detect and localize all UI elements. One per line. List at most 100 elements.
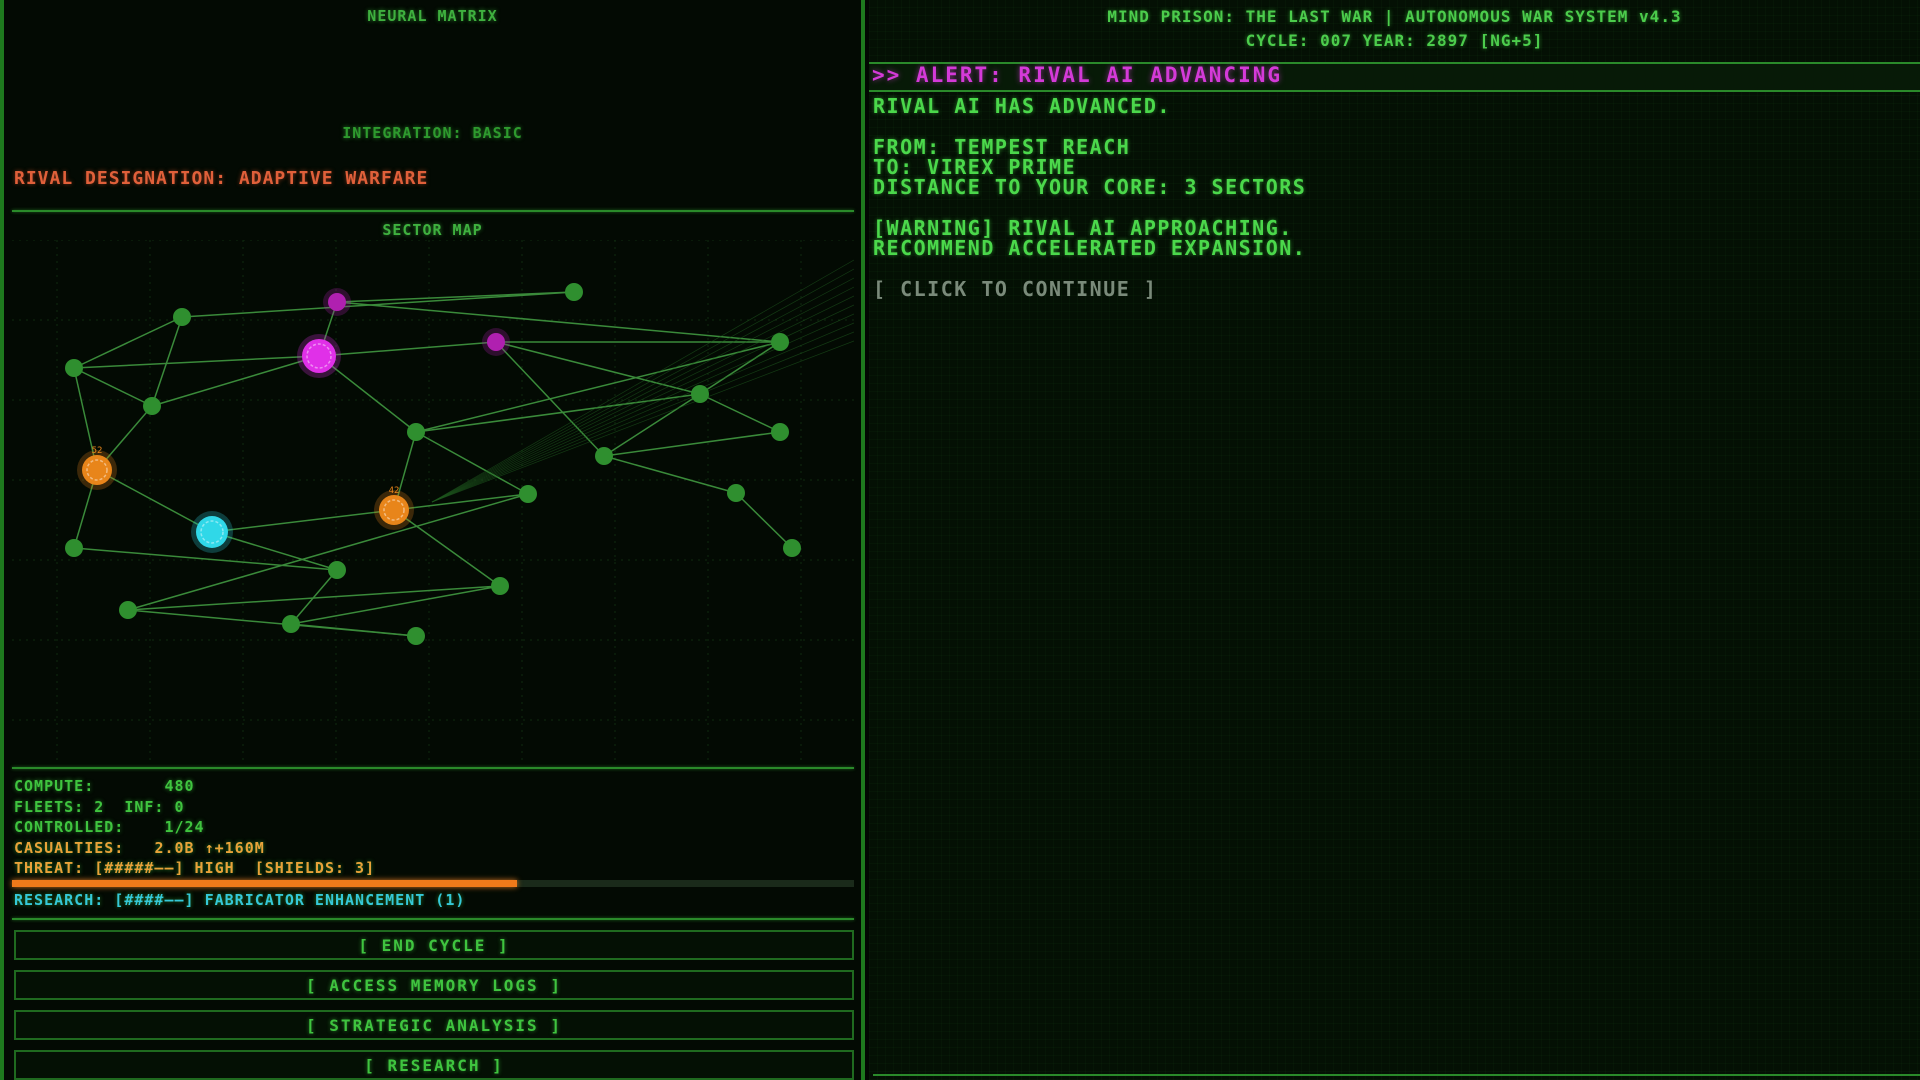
sector-link: [127, 585, 501, 611]
sector-node-neutral[interactable]: [143, 397, 161, 415]
sector-node-player-core[interactable]: [191, 511, 233, 553]
sector-link: [73, 355, 320, 369]
node-core: [407, 423, 425, 441]
scan-ray: [431, 295, 854, 503]
sector-link: [73, 316, 183, 369]
access-memory-logs-button[interactable]: [ ACCESS MEMORY LOGS ]: [14, 970, 854, 1000]
sector-map[interactable]: 52 42: [12, 240, 854, 760]
sector-link: [336, 301, 781, 343]
threat-status: THREAT: [#####——] HIGH [SHIELDS: 3]: [14, 859, 376, 877]
divider: [873, 1074, 1920, 1076]
fleet-strength-label: 42: [389, 486, 400, 496]
sector-node-neutral[interactable]: [691, 385, 709, 403]
sector-node-neutral[interactable]: [491, 577, 509, 595]
sector-link: [735, 492, 793, 549]
node-core: [328, 561, 346, 579]
sector-link: [151, 316, 183, 407]
message-line: [873, 197, 1306, 217]
node-core: [143, 397, 161, 415]
alert-message: RIVAL AI HAS ADVANCED. FROM: TEMPEST REA…: [873, 96, 1306, 299]
fleets-inf: FLEETS: 2 INF: 0: [14, 797, 185, 816]
sector-node-neutral[interactable]: [727, 484, 745, 502]
divider: [12, 210, 854, 212]
sector-link: [127, 609, 417, 637]
node-core: [519, 485, 537, 503]
node-core: [282, 615, 300, 633]
sector-link: [290, 585, 501, 625]
sector-link: [336, 291, 575, 303]
sector-link: [73, 367, 153, 407]
sector-link: [318, 341, 497, 357]
sector-node-neutral[interactable]: [65, 539, 83, 557]
research-status: RESEARCH: [####——] FABRICATOR ENHANCEMEN…: [14, 891, 466, 909]
research-button[interactable]: [ RESEARCH ]: [14, 1050, 854, 1080]
sector-node-rival-core[interactable]: [297, 334, 341, 378]
sector-link: [211, 509, 395, 533]
sector-node-neutral[interactable]: [771, 423, 789, 441]
node-core: [783, 539, 801, 557]
sector-node-neutral[interactable]: [519, 485, 537, 503]
divider: [12, 767, 854, 769]
sector-node-neutral[interactable]: [783, 539, 801, 557]
divider: [12, 918, 854, 920]
stats-block: COMPUTE: 480 FLEETS: 2 INF: 0 CONTROLLED…: [14, 776, 375, 879]
sector-node-neutral[interactable]: [328, 561, 346, 579]
node-core: [407, 627, 425, 645]
alert-title: >> ALERT: RIVAL AI ADVANCING: [872, 63, 1283, 87]
sector-link: [415, 341, 781, 433]
sector-link: [127, 493, 529, 611]
message-line: [873, 116, 1306, 136]
controlled-label: CONTROLLED:: [14, 818, 125, 836]
strategic-analysis-button[interactable]: [ STRATEGIC ANALYSIS ]: [14, 1010, 854, 1040]
sector-node-rival[interactable]: [482, 328, 510, 356]
sector-node-neutral[interactable]: [173, 308, 191, 326]
sector-node-neutral[interactable]: [407, 627, 425, 645]
message-line: RECOMMEND ACCELERATED EXPANSION.: [873, 236, 1307, 261]
fleet-strength-label: 52: [92, 446, 103, 456]
node-core: [727, 484, 745, 502]
sector-node-rival[interactable]: [323, 288, 351, 316]
end-cycle-button[interactable]: [ END CYCLE ]: [14, 930, 854, 960]
node-core: [771, 423, 789, 441]
sector-node-neutral[interactable]: [595, 447, 613, 465]
sector-link: [181, 291, 575, 318]
node-core: [595, 447, 613, 465]
node-core: [691, 385, 709, 403]
node-core: [65, 539, 83, 557]
message-line: DISTANCE TO YOUR CORE: 3 SECTORS: [873, 175, 1307, 200]
node-core: [771, 333, 789, 351]
scan-ray: [431, 331, 854, 503]
sector-node-neutral[interactable]: [565, 283, 583, 301]
message-line: RIVAL AI HAS ADVANCED.: [873, 94, 1171, 118]
threat-level-fill: [12, 880, 518, 887]
node-core: [328, 293, 346, 311]
message-line: [873, 258, 1306, 278]
sector-node-neutral[interactable]: [407, 423, 425, 441]
click-to-continue-button[interactable]: [ CLICK TO CONTINUE ]: [873, 278, 1306, 299]
casualties-value: 2.0B ↑+160M: [154, 838, 265, 857]
game-title: MIND PRISON: THE LAST WAR | AUTONOMOUS W…: [1107, 7, 1682, 26]
scan-ray: [431, 277, 854, 503]
sector-node-fleet[interactable]: 42: [374, 486, 414, 530]
sector-link: [393, 493, 529, 511]
node-core: [65, 359, 83, 377]
sector-node-neutral[interactable]: [119, 601, 137, 619]
node-core: [119, 601, 137, 619]
sector-node-neutral[interactable]: [65, 359, 83, 377]
message-line: FROM: TEMPEST REACH: [873, 134, 1131, 159]
sector-node-neutral[interactable]: [771, 333, 789, 351]
compute-value: 480: [164, 777, 195, 795]
node-core: [487, 333, 505, 351]
controlled-value: 1/24: [164, 818, 205, 836]
threat-level-bar: [12, 880, 854, 887]
sector-node-neutral[interactable]: [282, 615, 300, 633]
node-core: [173, 308, 191, 326]
casualties-label: CASUALTIES:: [14, 838, 125, 857]
sector-link: [603, 431, 781, 457]
cycle-info: CYCLE: 007 YEAR: 2897 [NG+5]: [1245, 31, 1544, 50]
neural-matrix-title: NEURAL MATRIX: [367, 7, 498, 25]
sector-map-title: SECTOR MAP: [382, 221, 483, 239]
rival-designation: RIVAL DESIGNATION: ADAPTIVE WARFARE: [14, 168, 429, 189]
node-core: [491, 577, 509, 595]
sector-link: [699, 341, 781, 395]
